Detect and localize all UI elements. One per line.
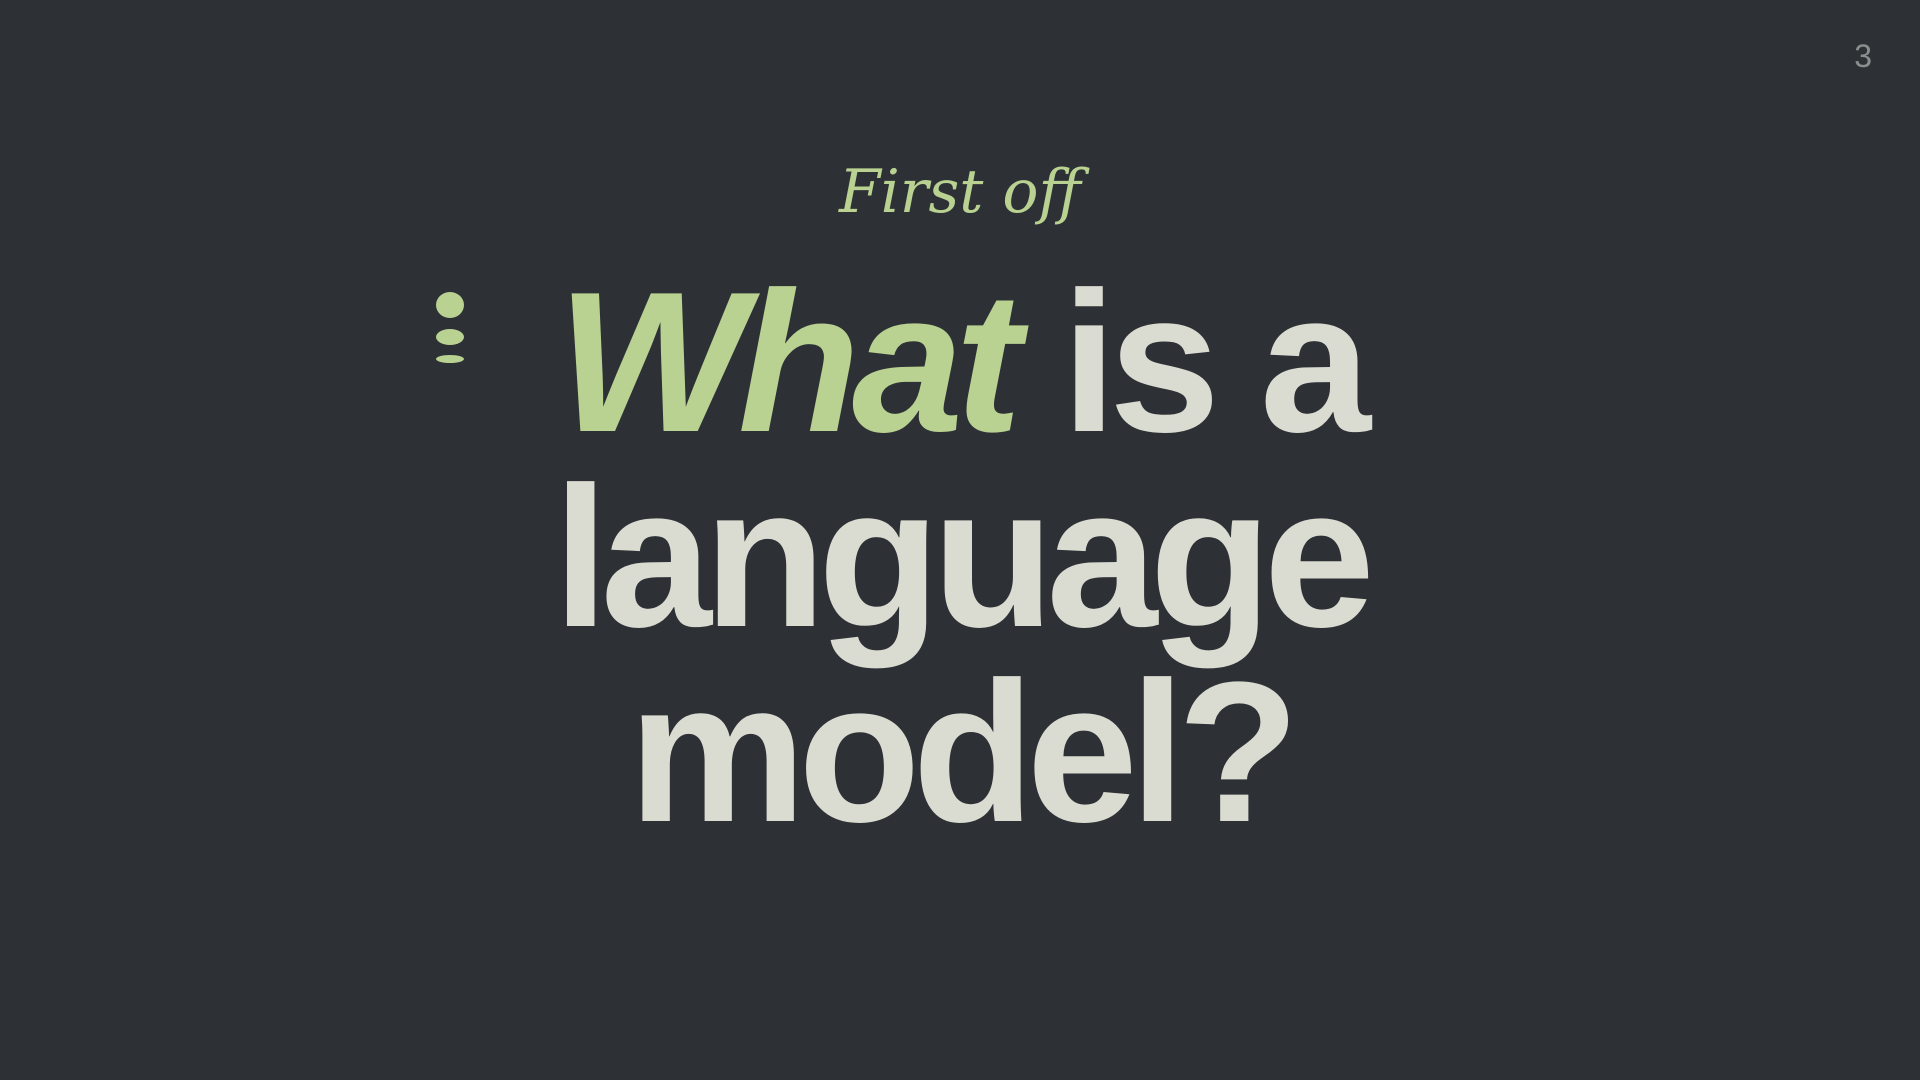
- slide: 3 First off What is a language model?: [0, 0, 1920, 1080]
- page-number: 3: [1854, 38, 1872, 74]
- headline-line-1-rest: is a: [1013, 251, 1371, 474]
- headline: What is a language model?: [0, 263, 1920, 864]
- headline-line-2: language: [553, 446, 1375, 669]
- headline-line-3: model?: [628, 641, 1299, 864]
- headline-line-1: What is a: [0, 263, 1920, 463]
- eyebrow-subtitle: First off: [838, 157, 1082, 227]
- headline-accent-word: What: [557, 251, 1022, 474]
